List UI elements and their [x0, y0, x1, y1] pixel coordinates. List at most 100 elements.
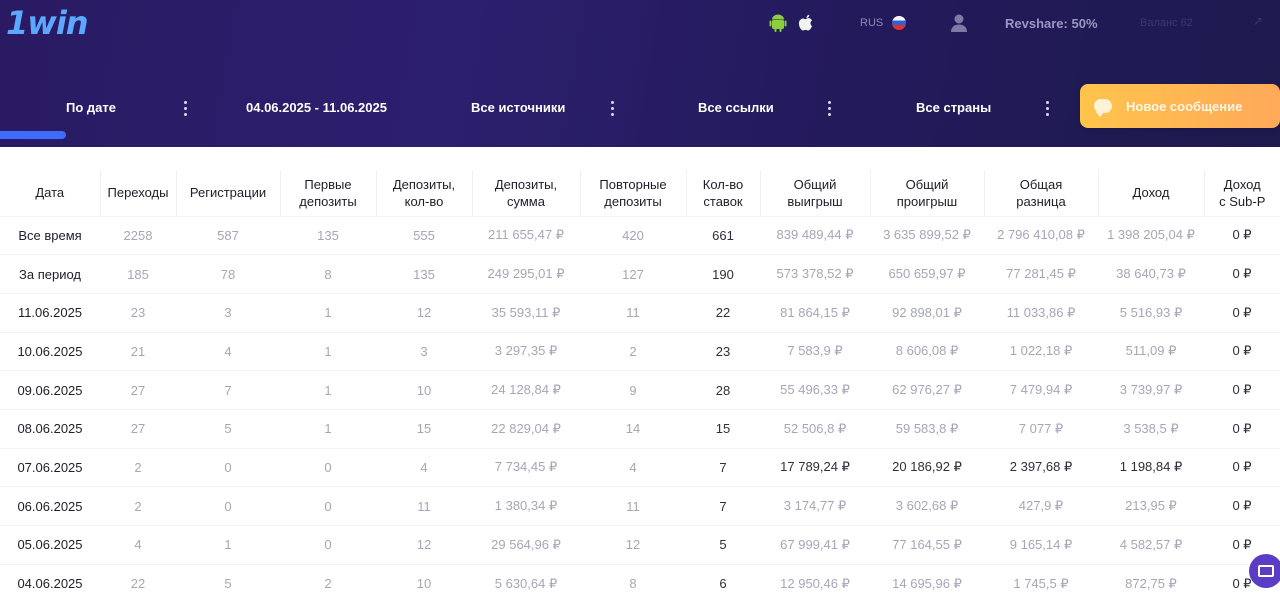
column-header[interactable]: Депозиты, сумма	[472, 170, 581, 216]
table-row: 07.06.2025 2 0 0 4 7 734,45 ₽4 7 17 789,24 ₽20 …	[0, 447, 1280, 487]
brand-logo[interactable]: 1win	[6, 4, 89, 42]
table-cell: 0	[176, 447, 280, 487]
column-header-label: ставок	[703, 193, 743, 209]
table-cell: 249 295,01 ₽	[472, 254, 580, 294]
active-tab-indicator	[0, 131, 66, 139]
more-options-icon[interactable]	[184, 99, 188, 117]
table-cell: 3 739,97 ₽	[1098, 370, 1204, 410]
table-cell: 9	[580, 370, 686, 410]
table-cell: 10	[376, 563, 472, 603]
table-row: Все время 2258 587 135 555 211 655,47 ₽420 661…	[0, 215, 1280, 255]
table-row: 04.06.2025 22 5 2 10 5 630,64 ₽8 6 12 950,46 ₽1…	[0, 563, 1280, 603]
table-cell: 587	[176, 215, 280, 255]
table-cell: 12 950,46 ₽	[760, 563, 870, 603]
mail-button[interactable]	[1249, 554, 1280, 588]
column-header[interactable]: Дата	[0, 170, 101, 216]
mail-icon	[1258, 565, 1274, 577]
more-options-icon[interactable]	[828, 99, 832, 117]
column-header[interactable]: Общая разница	[984, 170, 1099, 216]
table-cell: 573 378,52 ₽	[760, 254, 870, 294]
column-header-label: Доход	[1132, 185, 1170, 201]
column-header-label: сумма	[507, 193, 545, 209]
row-date-cell: За период	[0, 254, 100, 294]
table-header-row: Дата Переходы Регистрации Первые депозиты Деп…	[0, 170, 1280, 216]
table-cell: 10	[376, 370, 472, 410]
table-cell: 5	[686, 525, 760, 565]
column-header[interactable]: Первые депозиты	[280, 170, 377, 216]
table-cell: 2258	[100, 215, 176, 255]
table-cell: 28	[686, 370, 760, 410]
table-cell: 7 583,9 ₽	[760, 331, 870, 371]
column-header[interactable]: Регистрации	[176, 170, 281, 216]
column-header[interactable]: Общий проигрыш	[870, 170, 985, 216]
filter-by-date[interactable]: По дате	[66, 100, 116, 115]
new-message-button[interactable]: Новое сообщение	[1080, 84, 1280, 128]
table-row: 11.06.2025 23 3 1 12 35 593,11 ₽11 22 81 864,15…	[0, 292, 1280, 333]
table-cell: 0 ₽	[1204, 292, 1280, 333]
language-selector[interactable]: RUS	[860, 17, 883, 29]
table-cell: 5	[176, 563, 280, 603]
row-date-cell: 07.06.2025	[0, 447, 100, 487]
table-cell: 12	[376, 525, 472, 565]
column-header[interactable]: Повторные депозиты	[580, 170, 687, 216]
table-cell: 2	[100, 447, 176, 487]
filter-countries[interactable]: Все страны	[916, 100, 991, 115]
more-options-icon[interactable]	[611, 99, 615, 117]
android-icon[interactable]	[768, 13, 788, 33]
column-header[interactable]: Доход с Sub-P	[1204, 170, 1280, 216]
filter-sources[interactable]: Все источники	[471, 100, 565, 115]
table-cell: 555	[376, 215, 472, 255]
more-options-icon[interactable]	[1046, 99, 1050, 117]
filter-links[interactable]: Все ссылки	[698, 100, 774, 115]
table-row: 05.06.2025 4 1 0 12 29 564,96 ₽12 5 67 999,41 ₽…	[0, 525, 1280, 565]
column-header[interactable]: Переходы	[100, 170, 177, 216]
table-cell: 7 077 ₽	[984, 408, 1098, 449]
column-header-label: депозиты	[604, 193, 662, 209]
table-cell: 6	[686, 563, 760, 603]
table-cell: 5 516,93 ₽	[1098, 292, 1204, 333]
table-cell: 420	[580, 215, 686, 255]
russia-flag-icon[interactable]	[892, 16, 906, 30]
column-header-label: Депозиты,	[392, 176, 456, 192]
table-cell: 21	[100, 331, 176, 371]
table-cell: 22	[686, 292, 760, 333]
table-cell: 3 602,68 ₽	[870, 486, 984, 526]
table-cell: 38 640,73 ₽	[1098, 254, 1204, 294]
column-header[interactable]: Депозиты, кол-во	[376, 170, 473, 216]
table-cell: 67 999,41 ₽	[760, 525, 870, 565]
column-header[interactable]: Доход	[1098, 170, 1205, 216]
table-cell: 7 734,45 ₽	[472, 447, 580, 487]
table-cell: 650 659,97 ₽	[870, 254, 984, 294]
date-range-picker[interactable]: 04.06.2025 - 11.06.2025	[246, 100, 387, 115]
table-cell: 1	[280, 408, 376, 449]
row-date-cell: 11.06.2025	[0, 292, 100, 333]
table-cell: 0	[176, 486, 280, 526]
table-cell: 0	[280, 486, 376, 526]
table-cell: 0	[280, 525, 376, 565]
table-cell: 8	[280, 254, 376, 294]
column-header-label: выигрыш	[787, 193, 843, 209]
table-cell: 77 164,55 ₽	[870, 525, 984, 565]
column-header[interactable]: Общий выигрыш	[760, 170, 871, 216]
table-cell: 8 606,08 ₽	[870, 331, 984, 371]
column-header-label: проигрыш	[896, 193, 958, 209]
user-icon[interactable]	[950, 13, 968, 33]
table-cell: 7	[686, 447, 760, 487]
table-cell: 213,95 ₽	[1098, 486, 1204, 526]
table-cell: 22	[100, 563, 176, 603]
logout-icon[interactable]: ↗	[1253, 14, 1263, 28]
table-cell: 0 ₽	[1204, 370, 1280, 410]
table-cell: 1 198,84 ₽	[1098, 447, 1204, 487]
apple-icon[interactable]	[796, 13, 816, 33]
column-header-label: Депозиты,	[494, 176, 558, 192]
column-header[interactable]: Кол-во ставок	[686, 170, 761, 216]
table-row: 10.06.2025 21 4 1 3 3 297,35 ₽2 23 7 583,9 ₽8 6…	[0, 331, 1280, 371]
table-cell: 4	[580, 447, 686, 487]
table-cell: 78	[176, 254, 280, 294]
table-cell: 1 022,18 ₽	[984, 331, 1098, 371]
table-cell: 24 128,84 ₽	[472, 370, 580, 410]
table-cell: 7 479,94 ₽	[984, 370, 1098, 410]
table-cell: 11	[580, 292, 686, 333]
table-cell: 9 165,14 ₽	[984, 525, 1098, 565]
table-cell: 3 297,35 ₽	[472, 331, 580, 371]
